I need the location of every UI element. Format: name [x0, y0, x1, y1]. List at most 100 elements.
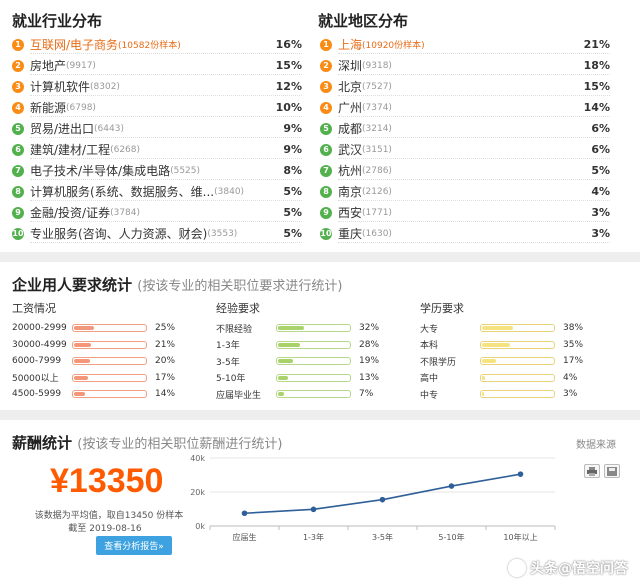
region-percent: 21% [583, 38, 610, 51]
region-name[interactable]: 广州 [338, 99, 362, 116]
series-point [448, 483, 455, 489]
industry-name[interactable]: 计算机服务(系统、数据服务、维... [30, 183, 214, 200]
salary-bar [72, 373, 147, 382]
data-source-link[interactable]: 数据来源 [576, 436, 616, 451]
region-item[interactable]: 8 南京 (2126) 4% [320, 181, 610, 202]
industry-item[interactable]: 5 贸易/进出口 (6443) 9% [12, 118, 302, 139]
salary-bar [72, 357, 147, 366]
industry-name[interactable]: 电子技术/半导体/集成电路 [30, 162, 170, 179]
industry-percent: 8% [283, 164, 302, 177]
region-name[interactable]: 上海 [338, 36, 362, 53]
industry-name[interactable]: 互联网/电子商务 [30, 36, 118, 53]
industry-item[interactable]: 9 金融/投资/证券 (3784) 5% [12, 202, 302, 223]
region-item[interactable]: 10 重庆 (1630) 3% [320, 223, 610, 244]
industry-item[interactable]: 8 计算机服务(系统、数据服务、维... (3840) 5% [12, 181, 302, 202]
industry-percent: 5% [283, 185, 302, 198]
region-percent: 3% [591, 206, 610, 219]
salary-bar-fill [74, 326, 95, 331]
rank-badge: 2 [12, 59, 24, 72]
salary-rows: 20000-2999 25% 30000-4999 21% 6000-7999 20% 50… [12, 320, 212, 403]
region-percent: 6% [591, 122, 610, 135]
download-icon[interactable] [604, 464, 620, 478]
region-name[interactable]: 成都 [338, 120, 362, 137]
salary-bar [72, 324, 147, 333]
experience-percent: 7% [359, 389, 374, 400]
region-item[interactable]: 2 深圳 (9318) 18% [320, 55, 610, 76]
row-divider [338, 137, 610, 138]
industry-name[interactable]: 专业服务(咨询、人力资源、财会) [30, 225, 207, 242]
salary-label: 50000以上 [12, 374, 59, 385]
salary-requirements: 工资情况 20000-2999 25% 30000-4999 21% 6000-7999… [12, 300, 212, 403]
experience-bar [276, 357, 351, 366]
industry-percent: 15% [275, 59, 302, 72]
row-divider [30, 200, 302, 201]
education-percent: 17% [563, 356, 584, 367]
region-item[interactable]: 9 西安 (1771) 3% [320, 202, 610, 223]
region-item[interactable]: 6 武汉 (3151) 6% [320, 139, 610, 160]
x-tick-label: 3-5年 [372, 532, 393, 542]
industry-name[interactable]: 贸易/进出口 [30, 120, 94, 137]
industry-item[interactable]: 6 建筑/建材/工程 (6268) 9% [12, 139, 302, 160]
rank-badge: 6 [12, 143, 24, 156]
industry-name[interactable]: 建筑/建材/工程 [30, 141, 110, 158]
rank-badge: 4 [12, 101, 24, 114]
row-divider [338, 221, 610, 222]
experience-bar [276, 340, 351, 349]
experience-bar [276, 324, 351, 333]
region-name[interactable]: 西安 [338, 204, 362, 221]
salary-bar [72, 390, 147, 399]
industry-item[interactable]: 7 电子技术/半导体/集成电路 (5525) 8% [12, 160, 302, 181]
region-list: 1 上海 (10920份样本) 21% 2 深圳 (9318) 18% 3 北京 (7527) 15%… [320, 34, 610, 244]
industry-count: (5525) [170, 165, 201, 176]
industry-count: (8302) [90, 81, 120, 92]
salary-stats-title: 薪酬统计 [12, 434, 73, 452]
industry-name[interactable]: 新能源 [30, 99, 66, 116]
region-item[interactable]: 4 广州 (7374) 14% [320, 97, 610, 118]
industry-name[interactable]: 房地产 [30, 57, 66, 74]
row-divider [30, 221, 302, 222]
rank-badge: 10 [12, 227, 24, 240]
region-item[interactable]: 5 成都 (3214) 6% [320, 118, 610, 139]
industry-count: (3553) [207, 228, 238, 239]
view-report-button[interactable]: 查看分析报告» [96, 536, 172, 555]
experience-bar-fill [278, 326, 304, 331]
experience-bar [276, 390, 351, 399]
experience-percent: 32% [359, 323, 380, 334]
experience-bar-fill [278, 342, 301, 347]
region-name[interactable]: 深圳 [338, 57, 362, 74]
experience-requirements: 经验要求 不限经验 32% 1-3年 28% 3-5年 19% 5-10年 13% 应届毕业生 7… [216, 300, 416, 403]
salary-percent: 17% [155, 372, 176, 383]
education-requirements: 学历要求 大专 38% 本科 35% 不限学历 17% 高中 4% 中专 3% [420, 300, 620, 403]
industry-count: (3840) [214, 186, 245, 197]
region-item[interactable]: 1 上海 (10920份样本) 21% [320, 34, 610, 55]
experience-row: 不限经验 32% [216, 320, 416, 337]
experience-rows: 不限经验 32% 1-3年 28% 3-5年 19% 5-10年 13% 应届毕业生 7% [216, 320, 416, 403]
education-bar-fill [482, 342, 511, 347]
region-name[interactable]: 武汉 [338, 141, 362, 158]
region-item[interactable]: 7 杭州 (2786) 5% [320, 160, 610, 181]
region-count: (1771) [362, 207, 392, 218]
rank-badge: 9 [320, 206, 332, 219]
industry-item[interactable]: 4 新能源 (6798) 10% [12, 97, 302, 118]
industry-item[interactable]: 10 专业服务(咨询、人力资源、财会) (3553) 5% [12, 223, 302, 244]
x-tick-label: 5-10年 [438, 532, 464, 542]
region-name[interactable]: 北京 [338, 78, 362, 95]
rank-badge: 1 [320, 38, 332, 51]
series-point [241, 510, 248, 517]
industry-name[interactable]: 金融/投资/证券 [30, 204, 110, 221]
industry-item[interactable]: 3 计算机软件 (8302) 12% [12, 76, 302, 97]
series-line [244, 473, 521, 515]
region-percent: 4% [591, 185, 610, 198]
industry-item[interactable]: 2 房地产 (9917) 15% [12, 55, 302, 76]
education-bar-fill [482, 359, 496, 364]
industry-percent: 9% [283, 143, 302, 156]
region-name[interactable]: 南京 [338, 183, 362, 200]
industry-name[interactable]: 计算机软件 [30, 78, 90, 95]
print-icon[interactable] [584, 464, 600, 478]
industry-item[interactable]: 1 互联网/电子商务 (10582份样本) 16% [12, 34, 302, 55]
region-name[interactable]: 重庆 [338, 225, 362, 242]
education-bar [480, 373, 555, 382]
region-item[interactable]: 3 北京 (7527) 15% [320, 76, 610, 97]
region-name[interactable]: 杭州 [338, 162, 362, 179]
experience-label: 不限经验 [216, 324, 253, 335]
